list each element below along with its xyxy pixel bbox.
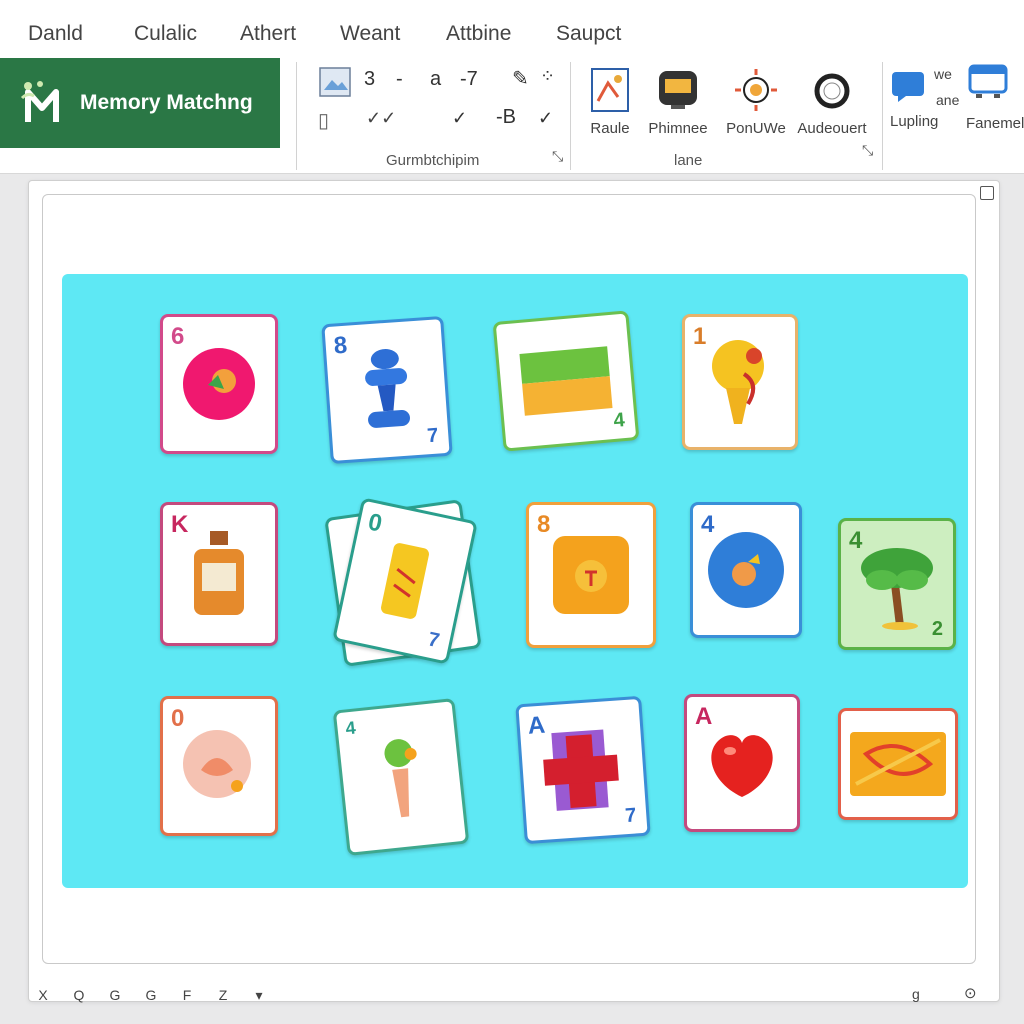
ice-cream-icon: [712, 340, 764, 424]
dialog-launcher-icon[interactable]: ⤡: [552, 148, 563, 165]
tool-audeouert[interactable]: Audeouert: [792, 66, 872, 137]
check-icon[interactable]: ✓: [452, 108, 467, 129]
gift-wrap-icon: [850, 732, 946, 796]
monitor-icon: [659, 71, 697, 109]
tool-ponuwe[interactable]: PonUWe: [716, 66, 796, 137]
ribbon: Memory Matchng 3 - a -7 ✎ ⁘ ▯ ✓✓ ✓ -B ✓ …: [0, 56, 1024, 174]
status-icon-4[interactable]: G: [142, 987, 160, 1003]
peach-flower-icon: [183, 730, 251, 798]
status-right-icon[interactable]: g: [912, 986, 920, 1002]
tool-phimnee[interactable]: Phimnee: [638, 66, 718, 137]
frame-icon[interactable]: ▯: [318, 108, 329, 133]
status-icon-3[interactable]: G: [106, 987, 124, 1003]
document-image-icon: [591, 68, 629, 112]
tool-label: Lupling: [890, 113, 939, 130]
tool-label: Fanemel: [966, 115, 1024, 132]
picture-icon[interactable]: [318, 66, 352, 98]
resize-icon[interactable]: [980, 186, 994, 200]
menu-item-6[interactable]: Saupct: [556, 22, 621, 46]
card-corner-label: 4: [344, 717, 357, 739]
status-icon-5[interactable]: F: [178, 987, 196, 1003]
chat-bubble-icon: [892, 72, 924, 102]
tool-bold[interactable]: -B: [496, 106, 516, 129]
card-corner-label: 0: [365, 508, 385, 538]
tool-dash[interactable]: -: [396, 68, 403, 91]
group-label-left: Gurmbtchipim: [386, 152, 480, 169]
status-icon-2[interactable]: Q: [70, 987, 88, 1003]
tool-label: PonUWe: [726, 120, 786, 137]
tool-text-small: ane: [936, 92, 960, 108]
card-10[interactable]: 0: [160, 696, 278, 836]
tool-fanemel[interactable]: Fanemel: [966, 62, 1024, 132]
check-mark-icon[interactable]: ✓: [538, 108, 553, 129]
menu-item-3[interactable]: Athert: [240, 22, 296, 46]
card-5[interactable]: K: [160, 502, 278, 646]
dialog-launcher-icon[interactable]: ⤡: [862, 142, 873, 159]
app-brand: Memory Matchng: [0, 58, 280, 148]
pink-fruit-circle-icon: [183, 348, 255, 420]
blue-plate-icon: [708, 532, 784, 608]
menu-item-4[interactable]: Weant: [340, 22, 400, 46]
menu-item-1[interactable]: Danld: [28, 22, 83, 46]
pen-icon[interactable]: ✎: [512, 66, 529, 91]
ribbon-separator-3: [882, 62, 883, 170]
tool-label: Phimnee: [648, 120, 708, 137]
palm-tree-icon: [861, 548, 933, 630]
status-icon-6[interactable]: Z: [214, 987, 232, 1003]
sun-gear-icon: [735, 69, 777, 111]
settings-icon[interactable]: ⊙: [964, 984, 977, 1002]
green-yellow-block-icon: [519, 346, 613, 416]
card-corner-label-2: 4: [612, 409, 626, 432]
bottle-icon: [194, 531, 244, 615]
ribbon-separator: [296, 62, 297, 170]
group-label-center: lane: [674, 152, 703, 169]
tool-label: Audeouert: [797, 120, 867, 137]
tool-letter-a[interactable]: a: [430, 68, 441, 91]
status-dropdown-icon[interactable]: ▾: [250, 987, 268, 1004]
red-cross-icon: [543, 729, 619, 811]
tool-number-3[interactable]: 3: [364, 68, 375, 91]
card-3[interactable]: 4: [492, 310, 640, 452]
tool-seven[interactable]: -7: [460, 68, 478, 91]
ring-icon: [814, 73, 850, 109]
card-7[interactable]: 8: [526, 502, 656, 648]
card-4[interactable]: 1: [682, 314, 798, 450]
card-2[interactable]: 8 7: [321, 315, 453, 465]
checklist-icon[interactable]: ✓✓: [366, 108, 396, 129]
card-8[interactable]: 4: [690, 502, 802, 638]
menu-item-2[interactable]: Culalic: [134, 22, 197, 46]
card-12[interactable]: A 7: [515, 695, 651, 845]
status-icon-1[interactable]: X: [34, 987, 52, 1003]
card-corner-label: K: [171, 511, 189, 538]
card-corner-label: 8: [332, 331, 349, 360]
card-11[interactable]: 4: [332, 698, 470, 856]
menu-item-5[interactable]: Attbine: [446, 22, 511, 46]
card-13[interactable]: A: [684, 694, 800, 832]
red-apple-icon: [711, 735, 773, 797]
card-9[interactable]: 4 2: [838, 518, 956, 650]
status-bar: X Q G G F Z ▾: [26, 980, 998, 1010]
card-14[interactable]: [838, 708, 958, 820]
orange-box-icon: [553, 536, 629, 614]
card-corner-label-2: 7: [426, 628, 442, 653]
window-icon: [968, 64, 1008, 98]
card-corner-label-2: 7: [426, 424, 440, 448]
app-title: Memory Matchng: [80, 91, 253, 114]
candy-bar-icon: [381, 543, 429, 619]
plant-vase-icon: [384, 739, 417, 818]
menu-bar: Danld Culalic Athert Weant Attbine Saupc…: [0, 0, 1024, 56]
card-1[interactable]: 6: [160, 314, 278, 454]
blue-vase-icon: [365, 349, 410, 428]
dots-icon[interactable]: ⁘: [540, 66, 555, 87]
app-logo-icon: [20, 81, 59, 122]
tool-text-small: we: [934, 66, 952, 82]
